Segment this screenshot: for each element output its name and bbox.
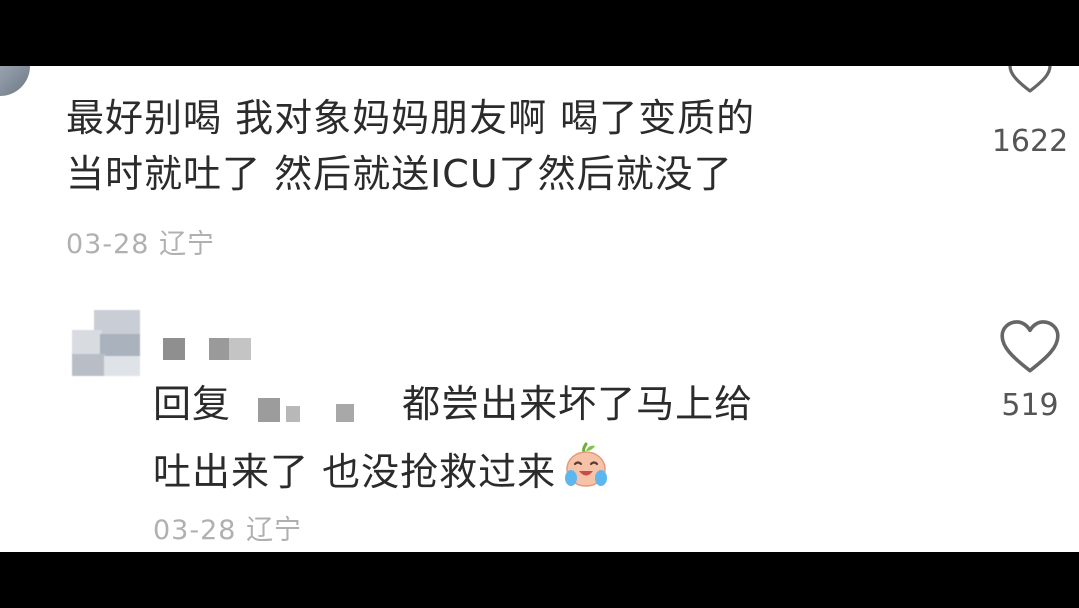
comment-date: 03-28 [66,229,150,260]
heart-outline-icon[interactable] [1007,66,1053,94]
comment-location: 辽宁 [159,229,216,260]
reply-meta: 03-28 辽宁 [153,508,302,547]
comment-like-button[interactable]: 1622 [985,66,1075,159]
commenter-avatar[interactable] [0,66,30,96]
crying-laughing-face-icon [562,441,610,509]
reply-prefix: 回复 [153,382,232,426]
reply-mention-redacted[interactable] [244,392,394,422]
reply-username-redacted[interactable] [163,336,263,362]
comment-thread: 最好别喝 我对象妈妈朋友啊 喝了变质的 当时就吐了 然后就送ICU了然后就没了 … [0,66,1079,552]
comment-like-count: 1622 [991,124,1069,159]
reply-text-line1: 都尝出来坏了马上给 [402,382,754,426]
reply-avatar[interactable] [72,310,142,376]
comment-meta: 03-28 辽宁 [66,222,215,261]
comment-text: 最好别喝 我对象妈妈朋友啊 喝了变质的 当时就吐了 然后就送ICU了然后就没了 [66,96,756,196]
reply-date: 03-28 [153,515,237,546]
reply-like-count: 519 [1001,388,1059,423]
reply-location: 辽宁 [246,515,303,546]
reply-like-button[interactable]: 519 [985,318,1075,423]
heart-outline-icon[interactable] [998,318,1062,376]
reply-text: 回复 都尝出来坏了马上给 吐出来了 也没抢救过来 [153,370,933,509]
reply-text-line2: 吐出来了 也没抢救过来 [153,450,557,494]
